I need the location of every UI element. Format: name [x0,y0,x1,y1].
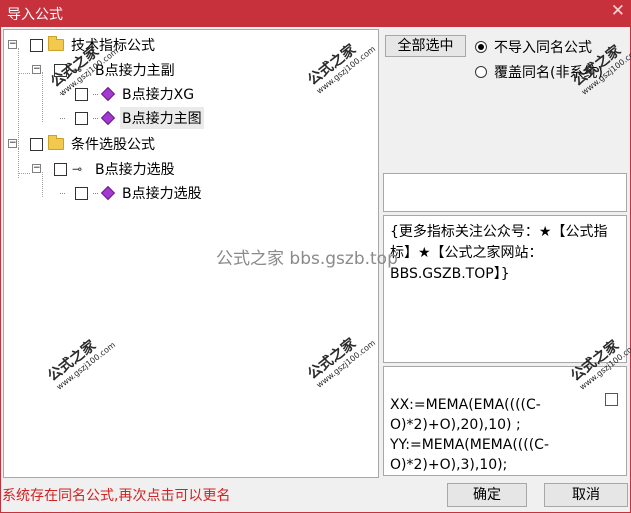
tree-node-label: B点接力XG [122,87,195,103]
radio-label: 不导入同名公式 [494,40,592,56]
node-checkbox[interactable] [75,87,88,101]
tree-node-b-relay-main-chart[interactable]: B点接力主图 [60,107,204,129]
tree-node-b-relay-screening-group[interactable]: − ⊸ B点接力选股 [32,158,177,180]
node-checkbox[interactable] [54,162,67,176]
node-checkbox[interactable] [30,38,43,52]
tree-node-screening[interactable]: − 条件选股公式 [8,133,157,155]
cancel-button[interactable]: 取消 [544,483,628,507]
key-icon: ⊸ [72,162,83,176]
ok-button[interactable]: 确定 [447,483,527,507]
radio-unselected-icon[interactable] [475,66,487,78]
status-message: 系统存在同名公式,再次点击可以更名 [2,488,231,504]
info-text-box: {更多指标关注公众号：★【公式指标】★【公式之家网站：BBS.GSZB.TOP】… [383,215,627,363]
select-all-button[interactable]: 全部选中 [385,35,466,57]
formula-checkbox[interactable] [605,393,618,406]
collapse-icon[interactable]: − [8,40,17,49]
folder-icon [48,135,64,150]
node-checkbox[interactable] [75,111,88,125]
radio-no-import[interactable]: 不导入同名公式 [475,37,592,57]
formula-icon [100,86,116,102]
tree-node-b-relay-screening[interactable]: B点接力选股 [60,182,204,204]
tree-node-label: B点接力选股 [95,162,175,178]
window-title: 导入公式 [7,7,63,23]
folder-icon [48,36,64,51]
tree-node-label: B点接力主图 [120,107,204,129]
collapse-icon[interactable]: − [32,164,41,173]
formula-text: XX:=MEMA(EMA((((C-O)*2)+O),20),10) ; YY:… [390,397,549,473]
node-checkbox[interactable] [30,137,43,151]
title-bar: 导入公式 ✕ [0,0,631,27]
watermark-text: 公式之家 bbs.gszb.top [216,249,398,269]
tree-node-b-relay-xg[interactable]: B点接力XG [60,83,196,105]
tree-node-label: 条件选股公式 [71,137,155,153]
tree-node-label: B点接力选股 [122,186,202,202]
collapse-icon[interactable]: − [32,65,41,74]
formula-icon [100,185,116,201]
collapse-icon[interactable]: − [8,139,17,148]
node-checkbox[interactable] [75,186,88,200]
formula-icon [100,110,116,126]
close-icon[interactable]: ✕ [611,1,625,21]
radio-selected-icon[interactable] [475,41,487,53]
description-field[interactable] [383,173,627,212]
